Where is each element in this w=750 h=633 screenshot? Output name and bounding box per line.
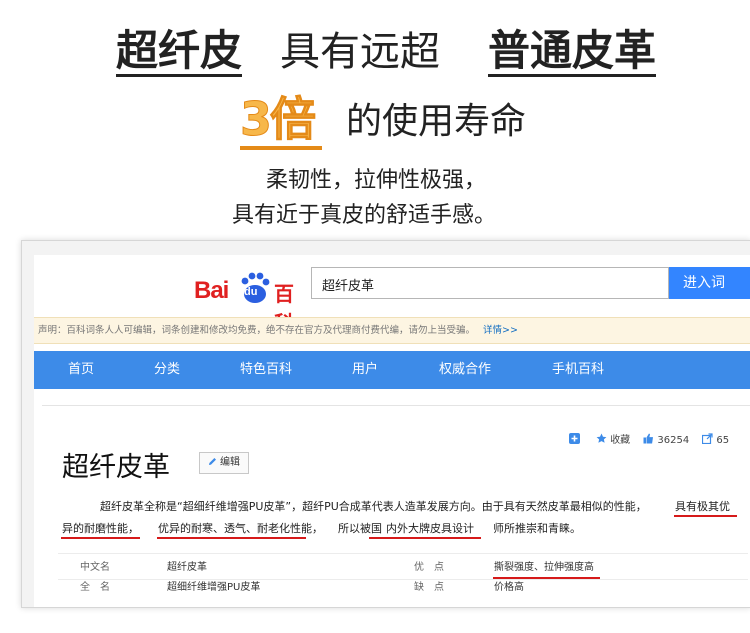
red-underline-1 [674,515,737,517]
like-count: 36254 [657,435,690,446]
share-icon [702,433,713,444]
entry-toolbar: 收藏 36254 65 [569,431,739,446]
infobox-value: 超细纤维增强PU皮革 [167,582,261,593]
infobox-key: 优 点 [414,562,444,573]
plus-square-icon [569,433,580,444]
entry-title: 超纤皮革 [62,452,170,483]
baidu-baike-logo[interactable]: Bai du 百科 [194,269,306,335]
entry-summary-line2: 所以被国 [338,522,382,535]
pencil-icon [209,458,216,465]
infobox-key: 全 名 [80,582,110,593]
logo-bai-text: Bai [194,277,229,304]
entry-summary-highlight-3: 优异的耐寒、透气、耐老化性能， [158,522,323,535]
nav-home[interactable]: 首页 [68,351,94,389]
entry-summary-highlight-4: 内外大牌皮具设计 [386,522,474,535]
star-icon [596,433,607,443]
nav-partners[interactable]: 权威合作 [439,351,491,389]
search-input[interactable]: 超纤皮革 [311,267,669,299]
infobox-value: 撕裂强度、拉伸强度高 [494,562,594,573]
entry-summary-line1: 超纤皮革全称是“超细纤维增强PU皮革”，超纤PU合成革代表人造革发展方向。由于具… [100,500,647,513]
infobox-value: 价格高 [494,582,524,593]
baike-page: Bai du 百科 超纤皮革 进入词 声明：百科词条人人可编辑，词条创建和修改均… [34,255,750,607]
headline-times-number: 3倍 [239,92,316,146]
infobox-divider [58,553,748,554]
headline-flexibility: 柔韧性，拉伸性极强， [266,168,487,193]
headline-number-underline [240,146,322,150]
like-button[interactable]: 36254 [643,433,690,446]
nav-featured[interactable]: 特色百科 [240,351,292,389]
headline-far-exceeds: 具有远超 [280,29,440,75]
infobox-key: 缺 点 [414,582,444,593]
red-underline-2 [61,537,140,539]
headline-service-life: 的使用寿命 [346,101,527,142]
infobox-key: 中文名 [80,562,110,573]
share-button[interactable]: 65 [702,433,730,446]
red-underline-4 [369,537,481,539]
nav-categories[interactable]: 分类 [154,351,180,389]
baike-screenshot: Bai du 百科 超纤皮革 进入词 声明：百科词条人人可编辑，词条创建和修改均… [21,240,750,608]
edit-button-label: 编辑 [220,457,240,468]
entry-summary-line2-end: 师所推崇和青睐。 [493,522,581,535]
entry-summary-highlight-1: 具有极其优 [675,500,730,513]
entry-summary-highlight-2: 异的耐磨性能， [62,522,139,535]
main-nav: 首页 分类 特色百科 用户 权威合作 手机百科 [34,351,750,389]
search-input-value: 超纤皮革 [322,279,375,294]
infobox-divider [58,579,748,580]
collect-button[interactable]: 收藏 [596,433,631,446]
share-count: 65 [716,435,730,446]
disclaimer-banner: 声明：百科词条人人可编辑，词条创建和修改均免费，绝不存在官方及代理商付费代编，请… [34,317,750,344]
edit-button[interactable]: 编辑 [199,452,249,474]
nav-mobile[interactable]: 手机百科 [552,351,604,389]
enter-entry-button[interactable]: 进入词 [669,267,750,299]
headline-comfort: 具有近于真皮的舒适手感。 [232,203,497,228]
headline-superfiber-leather: 超纤皮 [116,26,243,77]
collect-label: 收藏 [610,435,631,446]
disclaimer-details-link[interactable]: 详情>> [483,325,518,336]
headline-ordinary-leather: 普通皮革 [488,26,657,77]
add-button[interactable] [569,433,583,446]
infobox-value: 超纤皮革 [167,562,207,573]
disclaimer-text: 声明：百科词条人人可编辑，词条创建和修改均免费，绝不存在官方及代理商付费代编，请… [38,325,476,336]
thumbs-up-icon [643,433,654,444]
red-underline-3 [157,537,306,539]
logo-du-text: du [244,286,258,298]
nav-users[interactable]: 用户 [352,351,378,389]
